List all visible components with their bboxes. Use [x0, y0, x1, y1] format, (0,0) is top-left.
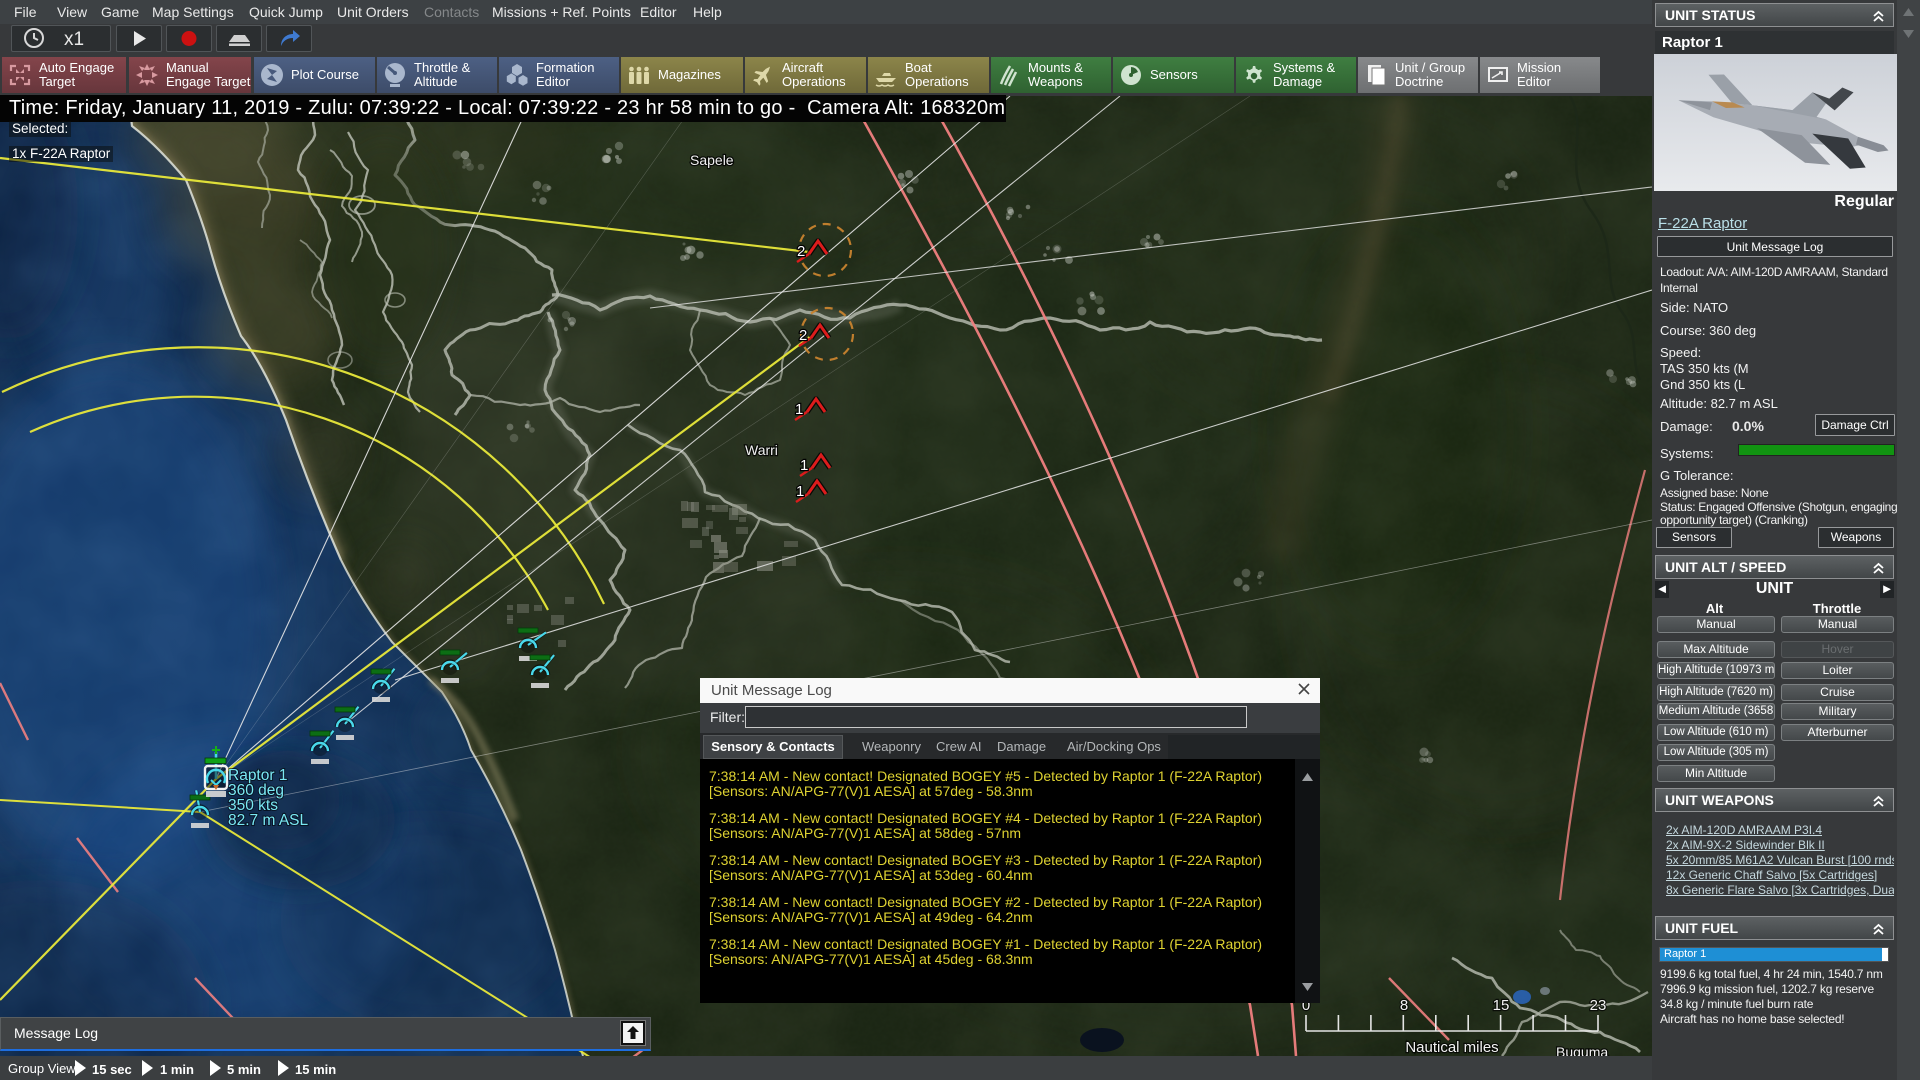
svg-text:82.7 m ASL: 82.7 m ASL: [228, 812, 309, 829]
svg-text:2: 2: [797, 243, 805, 260]
svg-text:2: 2: [799, 327, 807, 344]
svg-text:23: 23: [1590, 997, 1607, 1014]
svg-text:Warri: Warri: [745, 442, 778, 458]
svg-text:1: 1: [800, 457, 808, 474]
svg-text:15: 15: [1493, 997, 1510, 1014]
svg-text:x1: x1: [64, 29, 84, 50]
svg-text:Nautical miles: Nautical miles: [1405, 1039, 1498, 1056]
svg-text:8: 8: [1400, 997, 1408, 1014]
svg-text:1: 1: [796, 483, 804, 500]
svg-text:1: 1: [795, 401, 803, 418]
svg-text:Sapele: Sapele: [690, 152, 734, 168]
svg-text:Buguma: Buguma: [1556, 1044, 1608, 1056]
